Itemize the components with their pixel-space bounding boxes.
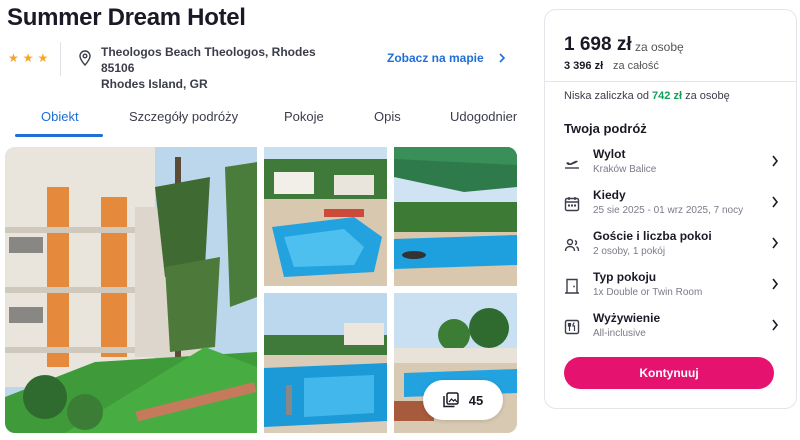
star-rating: ★ ★ ★ <box>8 51 48 65</box>
star-icon: ★ <box>37 51 49 65</box>
divider <box>60 42 61 76</box>
total-suffix: za całość <box>613 60 659 72</box>
deposit-suffix: za osobę <box>685 90 730 102</box>
trip-row-meals[interactable]: Wyżywienie All-inclusive <box>564 311 779 349</box>
trip-row-dates[interactable]: Kiedy 25 sie 2025 - 01 wrz 2025, 7 nocy <box>564 188 779 226</box>
door-icon <box>565 278 579 294</box>
guests-icon <box>564 238 580 252</box>
show-on-map-link[interactable]: Zobacz na mapie <box>387 51 506 65</box>
trip-row-value: All-inclusive <box>593 328 646 339</box>
show-on-map-label: Zobacz na mapie <box>387 51 484 65</box>
gallery-photo-3[interactable] <box>394 147 517 286</box>
chevron-right-icon <box>772 278 779 290</box>
trip-row-label: Wyżywienie <box>593 311 661 325</box>
total-price: 3 396 zł <box>564 60 604 72</box>
tab-rooms[interactable]: Pokoje <box>284 109 324 124</box>
chevron-right-icon <box>772 319 779 331</box>
hotel-address: Theologos Beach Theologos, Rhodes 85106 … <box>101 44 351 92</box>
gallery-photo-2[interactable] <box>264 147 387 286</box>
star-icon: ★ <box>22 51 34 65</box>
chevron-right-icon <box>772 237 779 249</box>
trip-row-room-type[interactable]: Typ pokoju 1x Double or Twin Room <box>564 270 779 308</box>
tab-travel-details[interactable]: Szczegóły podróży <box>129 109 238 124</box>
trip-section-title: Twoja podróż <box>564 121 647 136</box>
tab-obiekt[interactable]: Obiekt <box>41 109 79 124</box>
hotel-name: Summer Dream Hotel <box>7 4 246 31</box>
plane-icon <box>565 160 579 169</box>
deposit-info: Niska zaliczka od 742 zł za osobę <box>564 90 730 102</box>
photo-count-button[interactable]: 45 <box>423 380 503 420</box>
price-suffix: za osobę <box>635 40 684 54</box>
calendar-icon <box>564 197 580 212</box>
chevron-right-icon <box>772 196 779 208</box>
deposit-prefix: Niska zaliczka od <box>564 90 649 102</box>
trip-row-value: 1x Double or Twin Room <box>593 287 703 298</box>
gallery-photo-4[interactable] <box>264 293 387 433</box>
address-line-2: Rhodes Island, GR <box>101 77 208 91</box>
star-icon: ★ <box>8 51 19 65</box>
divider <box>545 81 796 82</box>
tab-description[interactable]: Opis <box>374 109 401 124</box>
trip-row-guests[interactable]: Goście i liczba pokoi 2 osoby, 1 pokój <box>564 229 779 267</box>
booking-card: 1 698 zł za osobę 3 396 zł za całość Nis… <box>544 9 797 409</box>
trip-row-value: 2 osoby, 1 pokój <box>593 246 666 257</box>
gallery-icon <box>443 392 459 408</box>
tab-amenities[interactable]: Udogodnienia <box>450 109 517 124</box>
trip-row-value: Kraków Balice <box>593 164 657 175</box>
cutlery-icon <box>564 319 580 335</box>
chevron-right-icon <box>772 155 779 167</box>
trip-row-value: 25 sie 2025 - 01 wrz 2025, 7 nocy <box>593 205 744 216</box>
trip-row-label: Kiedy <box>593 188 626 202</box>
tab-bar: Obiekt Szczegóły podróży Pokoje Opis Udo… <box>15 96 517 138</box>
continue-button[interactable]: Kontynuuj <box>564 357 774 389</box>
location-pin-icon <box>79 50 91 66</box>
price-per-person: 1 698 zł <box>564 34 632 55</box>
chevron-right-icon <box>499 53 505 63</box>
trip-row-label: Goście i liczba pokoi <box>593 229 712 243</box>
trip-row-label: Typ pokoju <box>593 270 657 284</box>
address-line-1: Theologos Beach Theologos, Rhodes 85106 <box>101 45 316 75</box>
trip-row-departure[interactable]: Wylot Kraków Balice <box>564 147 779 185</box>
gallery-photo-main[interactable] <box>5 147 257 433</box>
photo-count: 45 <box>468 392 484 408</box>
active-tab-indicator <box>15 134 103 137</box>
trip-row-label: Wylot <box>593 147 626 161</box>
deposit-amount: 742 zł <box>652 90 683 102</box>
